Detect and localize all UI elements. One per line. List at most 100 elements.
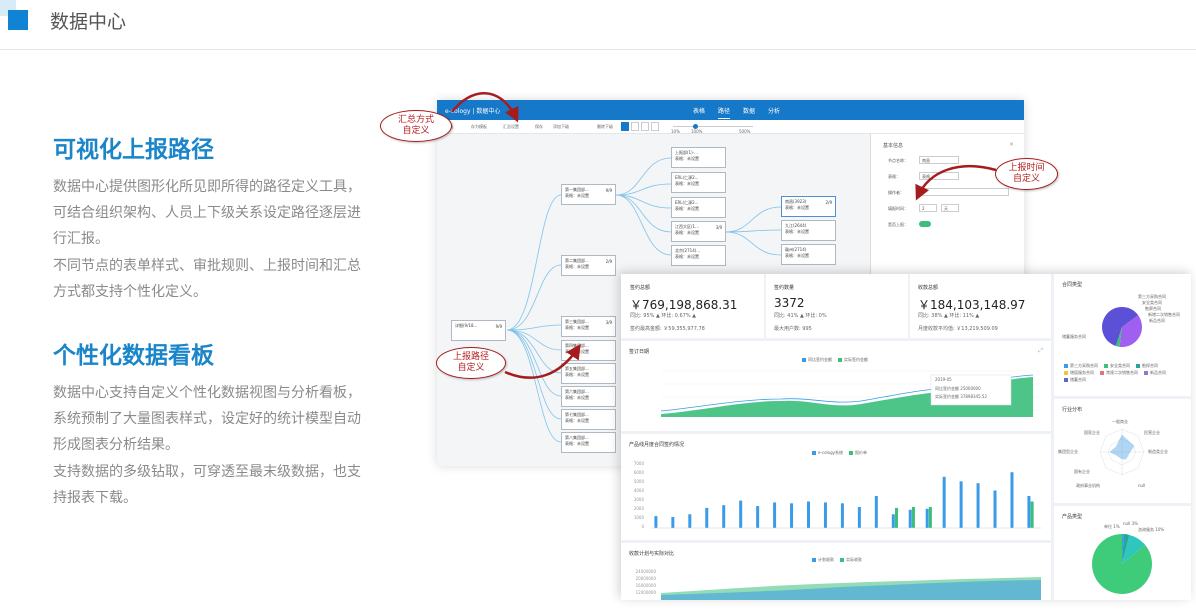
kpi-title: 签约总额: [630, 285, 651, 291]
bar-ecology: [891, 514, 895, 528]
dashboard-screenshot: 签约总额 ￥769,198,868.31 同比: 95% ▲ 环比: 0.67%…: [621, 274, 1191, 600]
kpi-value: ￥769,198,868.31: [630, 298, 738, 312]
kpi-card-sign-count[interactable]: 签约数量 3372 同比: 41% ▲ 环比: 0% 最大用户数: 995: [766, 274, 908, 338]
bar-ecology: [773, 502, 777, 528]
contract-type-card: 合同类型 第三方采购合同 安全类合同 勘察合同 新增二次销售合同 新品合同 储蓄…: [1054, 274, 1191, 396]
bar-ecology: [942, 476, 946, 528]
product-type-card: 产品类型 单位 1% null 3% 咨询服务 10%: [1054, 506, 1191, 600]
kpi-title: 收款总额: [918, 285, 939, 291]
kpi-card-collection[interactable]: 收款总额 ￥184,103,148.97 同比: 38% ▲ 环比: 11% ▲…: [910, 274, 1051, 338]
tooltip-line: 实际签约金额 37898345.52: [935, 394, 987, 399]
path-node[interactable]: 第一集团部... 9/9 表格：未设置: [561, 184, 616, 205]
field-label: 填报时间：: [888, 206, 908, 211]
bar-quote: [928, 506, 932, 528]
path-node[interactable]: 第七集团部... 表格：未设置: [561, 409, 616, 430]
report-toggle[interactable]: [919, 221, 931, 227]
bar-ecology: [874, 496, 878, 528]
path-node[interactable]: ERL(仁源2... 表格：未设置: [671, 172, 726, 193]
collection-chart-card: 收款计划与实际对比 计划收款 实际收款 24000000 20000000 160…: [621, 543, 1051, 600]
radar-label: 集团型企业: [1058, 449, 1078, 454]
path-node[interactable]: 第八集团部... 表格：未设置: [561, 432, 616, 453]
pie-label: 新品合同: [1149, 318, 1165, 323]
bar-ecology: [908, 509, 912, 528]
path-node[interactable]: 第三集团部... 3/9 表格：未设置: [561, 316, 616, 337]
path-node-selected[interactable]: 南昌(3923) 2/9 表格：未设置: [781, 196, 836, 217]
page-title: 数据中心: [50, 11, 127, 33]
bar-ecology: [823, 502, 827, 528]
path-node[interactable]: 赣州(2714) 表格：未设置: [781, 244, 836, 265]
bar-ecology: [705, 507, 709, 528]
radar-label: 政府事业机构: [1076, 483, 1100, 488]
kpi-footnote: 签约最高金额: ￥59,355,977.78: [630, 326, 705, 332]
kpi-title: 签约数量: [774, 285, 795, 291]
callout-report-time: 上报时间 自定义: [995, 158, 1058, 190]
panel-title: 基本信息: [883, 143, 904, 149]
radar-label: 制造类企业: [1148, 449, 1168, 454]
bar-ecology: [840, 503, 844, 528]
kpi-value: 3372: [774, 296, 805, 310]
section-path-para2: 不同节点的表单样式、审批规则、上报时间和汇总方式都支持个性化定义。: [53, 258, 361, 300]
section-title-path: 可视化上报路径: [53, 137, 214, 163]
radar-label: null: [1138, 483, 1146, 488]
bar-ecology: [739, 500, 743, 528]
time-unit-select[interactable]: 天: [941, 204, 959, 212]
callout-summary: 汇总方式 自定义: [380, 110, 452, 142]
kpi-change: 同比: 38% ▲ 环比: 11% ▲: [918, 313, 980, 319]
node-properties-panel: 基本信息 × 节点名称： 南昌 表格： 表格 操作者： 填报时间： 2 天 是否…: [870, 134, 1024, 274]
tooltip-line: 同比签约金额 25000000: [935, 386, 981, 391]
field-label: 表格：: [888, 174, 900, 179]
path-node[interactable]: 第五集团部... 表格：未设置: [561, 363, 616, 384]
bar-quote: [911, 506, 915, 528]
kpi-change: 同比: 41% ▲ 环比: 0%: [774, 313, 827, 319]
fill-time-input[interactable]: 2: [919, 204, 937, 212]
section-path-para1: 数据中心提供图形化所见即所得的路径定义工具，可结合组织架构、人员上下级关系设定路…: [53, 179, 361, 247]
close-icon[interactable]: ×: [1009, 141, 1014, 148]
bar-ecology: [654, 516, 658, 528]
kpi-footnote: 最大用户数: 995: [774, 326, 812, 332]
path-node[interactable]: 北京(2714)... 表格：未设置: [671, 245, 726, 266]
radar-label: 国家企业: [1084, 430, 1100, 435]
bar-ecology: [688, 514, 692, 528]
path-node[interactable]: 第六集团部... 表格：未设置: [561, 386, 616, 407]
kpi-footnote: 月度收款平均值: ￥13,219,509.09: [918, 326, 998, 332]
bar-ecology: [925, 508, 929, 528]
kpi-card-sign-amount[interactable]: 签约总额 ￥769,198,868.31 同比: 95% ▲ 环比: 0.67%…: [621, 274, 764, 338]
bar-quote: [894, 507, 898, 528]
field-label: 操作者：: [888, 190, 904, 195]
path-node[interactable]: 第二集团部... 2/9 表格：未设置: [561, 255, 616, 276]
section-dashboard-para2: 支持数据的多级钻取，可穿透至最末级数据，也支持报表下载。: [53, 464, 361, 506]
path-node[interactable]: 江西大区(1... 3/9 表格：未设置: [671, 221, 726, 242]
bar-ecology: [807, 501, 810, 528]
radar-label: 民营企业: [1144, 430, 1160, 435]
bar-ecology: [857, 506, 861, 528]
field-label: 是否上报：: [888, 222, 908, 227]
bar-quote: [1030, 501, 1034, 528]
node-name-input[interactable]: 南昌: [919, 156, 959, 164]
bar-ecology: [959, 481, 963, 528]
sign-date-chart-card: 签订日期 ⤢ 同比签约金额 实际签约金额 2019-05 同比签约金额 25000…: [621, 341, 1051, 431]
path-node[interactable]: ERL(仁源2... 表格：未设置: [671, 197, 726, 218]
collection-area-chart: [661, 577, 1041, 600]
path-node[interactable]: 第四集团部... 表格：未设置: [561, 340, 616, 361]
path-node[interactable]: 详细(9/18... 9/9: [451, 320, 506, 341]
sign-date-area-chart: [660, 370, 1041, 417]
bar-ecology: [756, 506, 760, 528]
bar-ecology: [976, 483, 980, 528]
pie-label: 储蓄服务合同: [1062, 334, 1086, 339]
path-node[interactable]: 上报部(1)-... 表格：未设置: [671, 147, 726, 168]
bar-ecology: [1010, 472, 1014, 528]
callout-report-path: 上报路径 自定义: [436, 347, 506, 379]
kpi-change: 同比: 95% ▲ 环比: 0.67% ▲: [630, 313, 697, 319]
bar-ecology: [1027, 496, 1031, 528]
header-logo-square: [8, 10, 28, 30]
page-header: 数据中心: [0, 0, 1196, 50]
form-select[interactable]: 表格: [919, 172, 959, 180]
path-node[interactable]: 九江(2644) 表格：未设置: [781, 220, 836, 241]
product-chart-card: 产品线月度合同签约情况 e-cology系统 报价单 7000 6000 5000…: [621, 434, 1051, 540]
product-bar-chart: [651, 472, 1041, 529]
section-title-dashboard: 个性化数据看板: [53, 343, 214, 369]
pie-label: 单位 1%: [1104, 524, 1120, 529]
tooltip-date: 2019-05: [935, 377, 952, 382]
field-label: 节点名称：: [888, 158, 908, 163]
operator-input[interactable]: [919, 188, 1009, 196]
